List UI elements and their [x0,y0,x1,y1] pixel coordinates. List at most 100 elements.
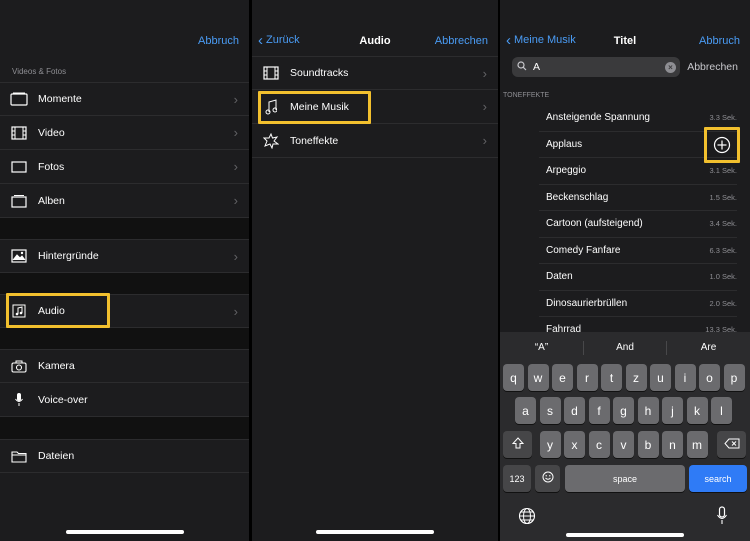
key[interactable]: n [662,431,683,458]
key[interactable]: h [637,397,659,424]
tone-duration: 6.3 Sek. [709,245,737,255]
search-cancel-button[interactable]: Abbrechen [687,61,738,73]
key[interactable]: x [564,431,585,458]
landscape-icon [9,246,29,266]
key[interactable]: m [686,431,708,458]
clear-search-icon[interactable]: × [665,61,676,73]
key[interactable]: k [686,397,708,424]
search-input[interactable]: A [533,61,665,73]
list-item-photos[interactable]: Fotos › [0,150,249,184]
shift-icon [511,437,524,452]
chevron-right-icon: › [233,193,238,208]
list-item-files[interactable]: Dateien [0,439,249,473]
section-header: TONEFFEKTE [503,92,550,99]
chevron-right-icon: › [482,65,487,81]
cancel-button[interactable]: Abbruch [699,35,740,47]
add-icon[interactable] [713,136,731,159]
audio-panel: ‹ Zurück Audio Abbrechen Soundtracks › M… [252,0,498,541]
backspace-key[interactable] [717,431,746,458]
numbers-key[interactable]: 123 [503,465,531,492]
film-icon [9,123,29,143]
chevron-right-icon: › [233,91,238,107]
key[interactable]: j [662,397,683,424]
space-key[interactable]: space [565,465,685,492]
suggestion-item[interactable]: And [584,338,666,358]
film-icon [261,63,281,83]
folder-icon [9,446,29,466]
list-item-albums[interactable]: Alben › [0,184,249,218]
media-browser-panel: Abbruch Videos & Fotos Momente › Video ›… [0,0,249,541]
camera-icon [9,356,29,376]
globe-icon[interactable] [518,507,536,530]
tone-duration: 3.1 Sek. [709,166,737,176]
key[interactable]: v [613,431,634,458]
key[interactable]: w [527,364,549,391]
key[interactable]: i [674,364,696,391]
key[interactable]: t [601,364,622,391]
microphone-icon [9,390,29,410]
chevron-right-icon: › [482,133,487,148]
list-item-tone[interactable]: Dinosaurierbrüllen 2.0 Sek. [539,291,737,317]
chevron-right-icon: › [233,303,238,319]
key[interactable]: b [637,431,659,458]
list-item-label: Video [38,126,65,139]
list-item-moments[interactable]: Momente › [0,82,249,116]
list-item-tone[interactable]: Daten 1.0 Sek. [539,264,737,291]
tone-duration: 3.4 Sek. [709,219,737,229]
highlight-box [6,293,110,328]
section-header: Videos & Fotos [12,67,67,76]
highlight-box [258,91,371,124]
key[interactable]: q [503,364,524,391]
key[interactable]: u [650,364,671,391]
list-item-backgrounds[interactable]: Hintergründe › [0,239,249,273]
titles-panel: ‹ Meine Musik Titel Abbruch A × Abbreche… [500,0,750,541]
list-item-tone[interactable]: Cartoon (aufsteigend) 3.4 Sek. [539,211,737,238]
home-indicator [316,530,434,534]
key[interactable]: r [576,364,598,391]
list-item-video[interactable]: Video › [0,116,249,150]
key[interactable]: z [625,364,647,391]
suggestion-item[interactable]: “A” [500,338,583,358]
list-item-label: Soundtracks [290,67,349,79]
key[interactable]: p [723,364,745,391]
emoji-key[interactable] [535,465,560,492]
burst-icon [261,131,281,151]
key[interactable]: y [539,431,561,458]
tone-duration: 2.0 Sek. [709,298,737,308]
section-gap [0,218,249,239]
shift-key[interactable] [503,431,532,458]
album-icon [9,191,29,211]
list-item-camera[interactable]: Kamera [0,349,249,383]
search-field[interactable]: A × [512,57,680,77]
key[interactable]: a [515,397,536,424]
cancel-button[interactable]: Abbruch [198,35,239,47]
key[interactable]: c [588,431,610,458]
list-item-tone[interactable]: Beckenschlag 1.5 Sek. [539,185,737,211]
key[interactable]: e [552,364,573,391]
navigation-bar: ‹ Zurück Audio Abbrechen [252,0,498,56]
chevron-right-icon: › [233,125,238,140]
list-item-soundtracks[interactable]: Soundtracks › [252,56,498,90]
photo-frame-icon [9,157,29,177]
list-item-sound-effects[interactable]: Toneffekte › [252,124,498,158]
list-item-label: Voice-over [38,393,88,406]
list-item-voice-over[interactable]: Voice-over [0,383,249,417]
tone-name: Daten [546,271,573,283]
navigation-bar: ‹ Meine Musik Titel Abbruch [500,0,750,56]
section-gap [0,273,249,294]
suggestion-item[interactable]: Are [667,338,750,358]
key[interactable]: o [699,364,720,391]
cancel-button[interactable]: Abbrechen [435,35,488,47]
key[interactable]: l [711,397,732,424]
list-item-label: Dateien [38,450,75,462]
dictation-microphone-icon[interactable] [716,506,728,531]
navigation-bar: Abbruch [0,0,249,56]
chevron-right-icon: › [482,99,487,114]
key[interactable]: d [564,397,585,424]
key[interactable]: f [588,397,610,424]
key[interactable]: g [613,397,634,424]
search-key[interactable]: search [689,465,747,492]
list-item-label: Hintergründe [38,250,99,262]
key[interactable]: s [539,397,561,424]
list-item-tone[interactable]: Comedy Fanfare 6.3 Sek. [539,238,737,264]
